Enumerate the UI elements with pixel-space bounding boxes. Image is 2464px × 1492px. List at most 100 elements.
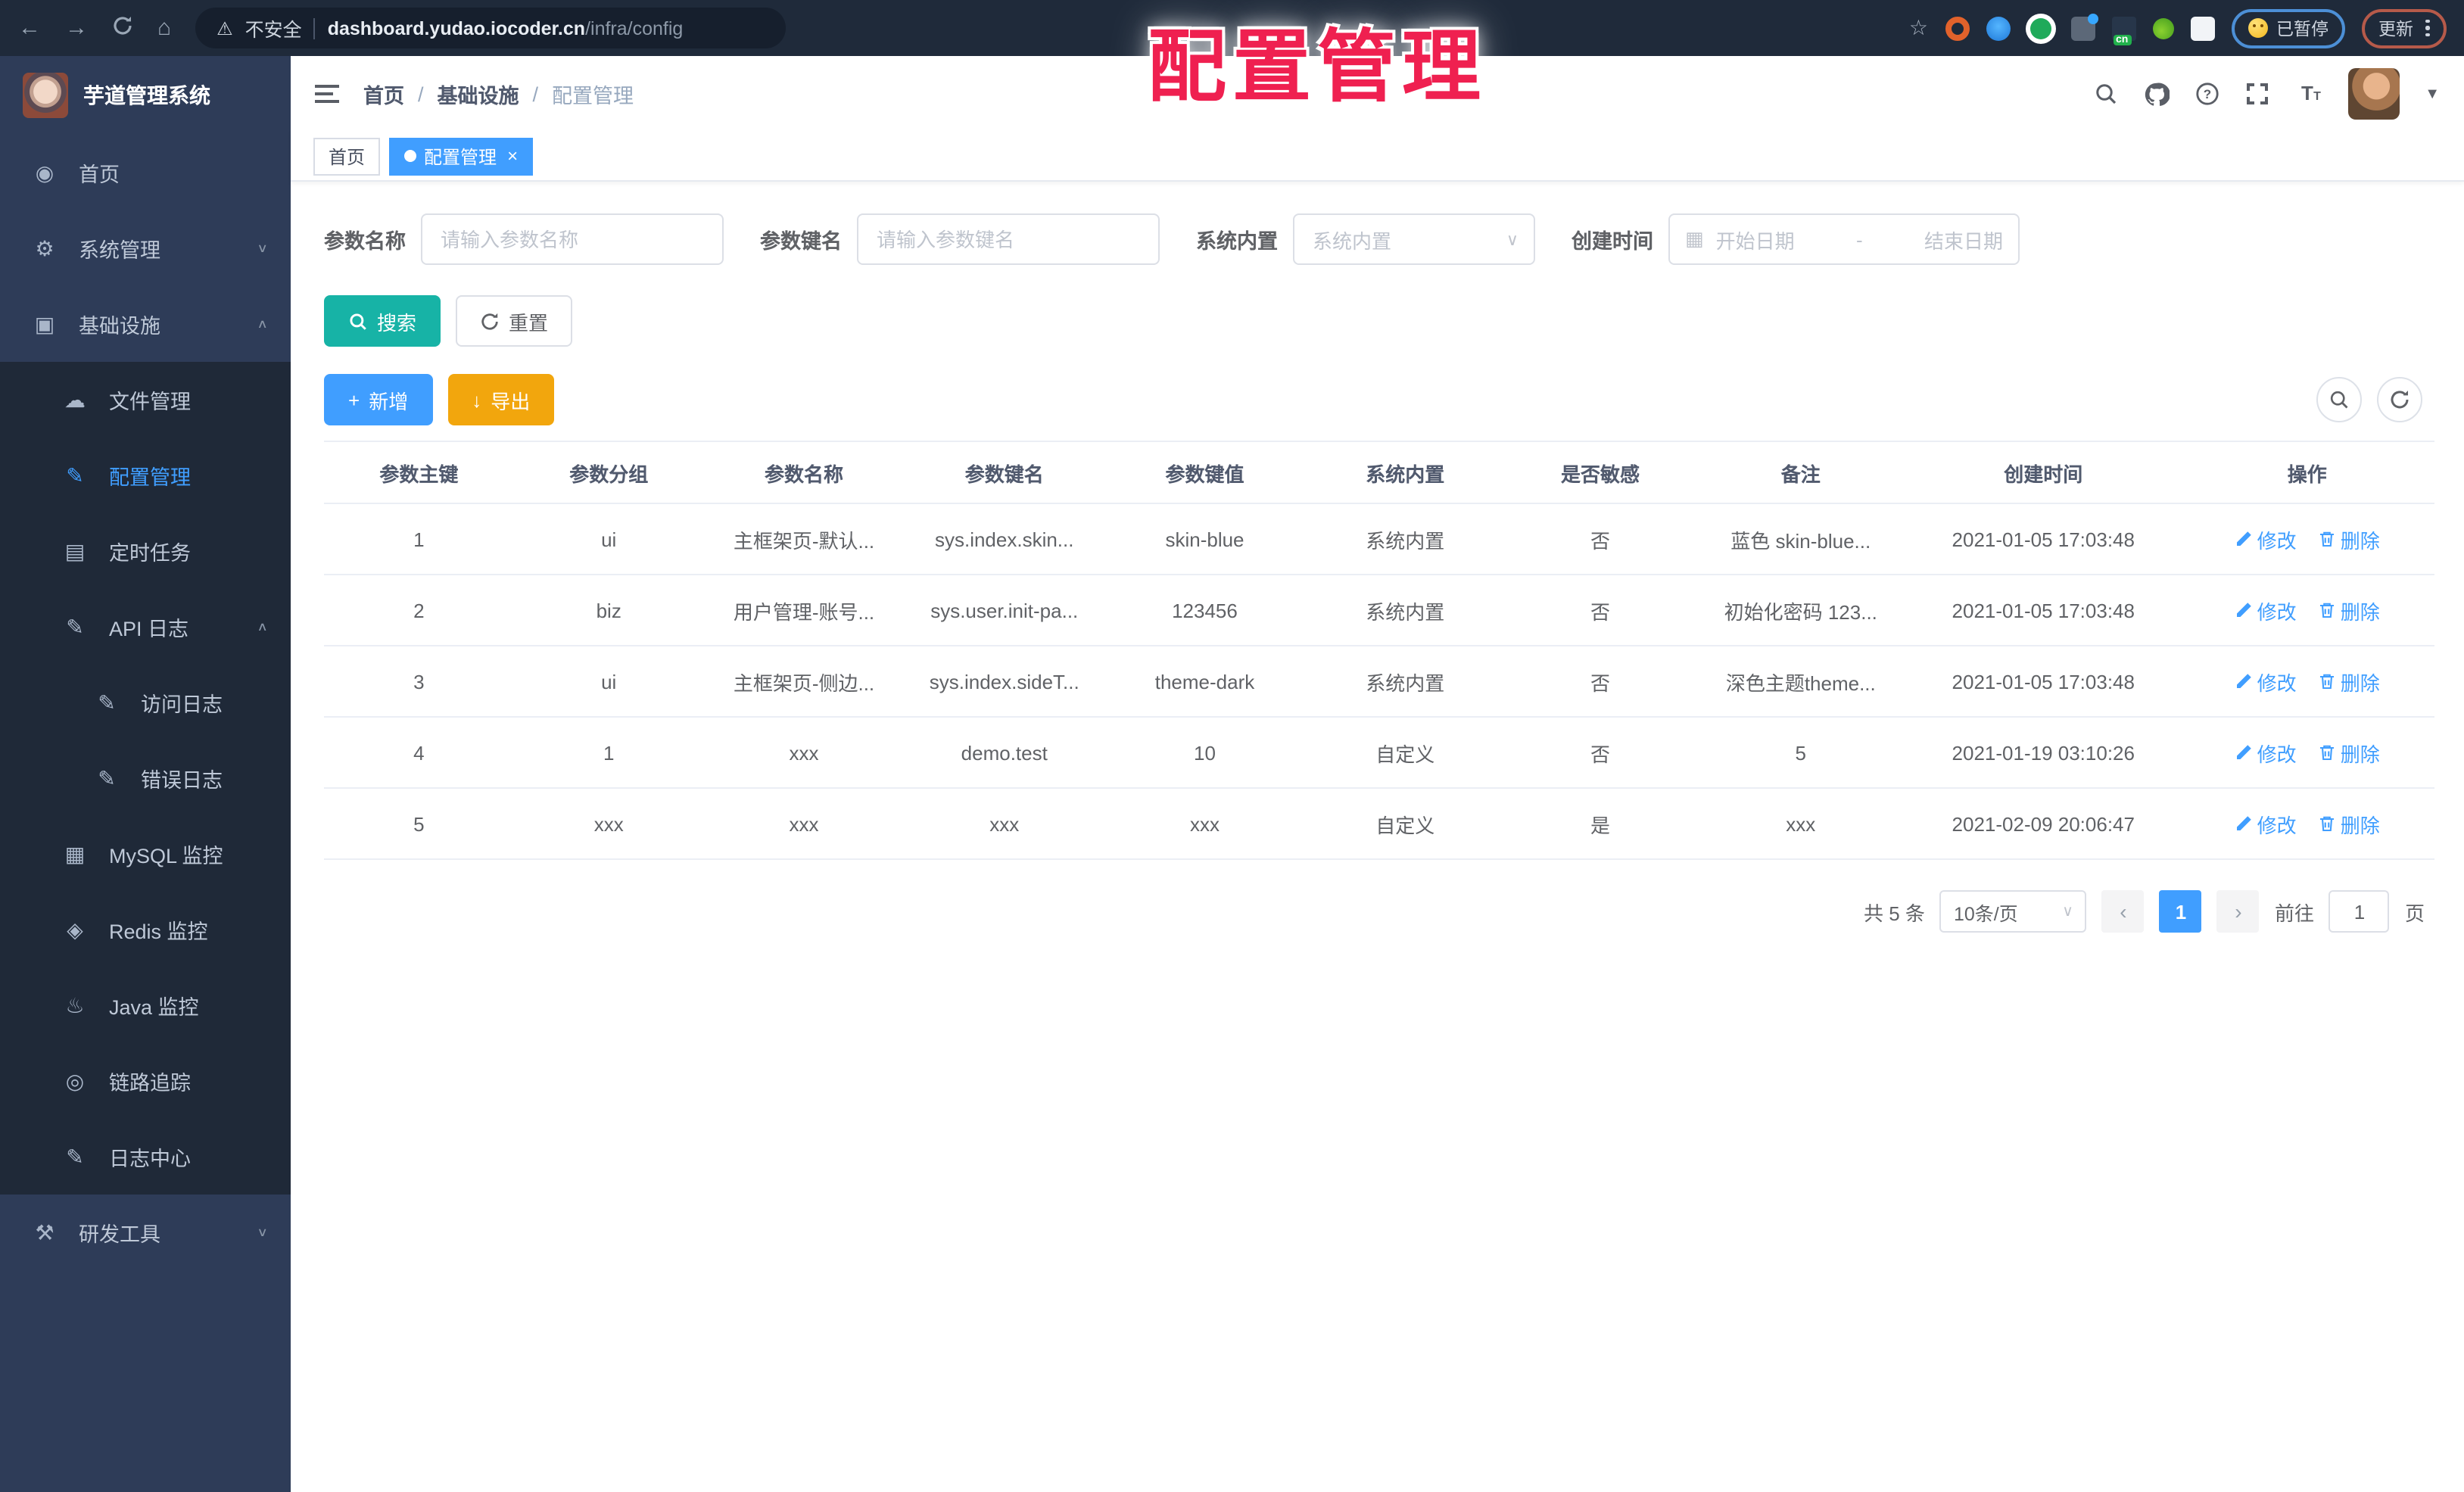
param-name-input[interactable]	[421, 213, 724, 265]
search-button[interactable]: 搜索	[324, 295, 441, 347]
extension-icon[interactable]	[2111, 16, 2135, 45]
sidebar-item-system-mgmt[interactable]: ⚙ 系统管理 ∨	[0, 210, 291, 286]
delete-link[interactable]: 删除	[2318, 525, 2380, 553]
next-page-button[interactable]: ›	[2216, 890, 2260, 933]
edit-icon: ✎	[66, 463, 84, 487]
column-header: 操作	[2180, 441, 2434, 504]
table-cell: xxx	[513, 788, 704, 860]
filter-form: 参数名称 参数键名 系统内置 系统内置 ∨ 创建时间 ▦ 开始日期 - 结束日期	[324, 213, 2434, 265]
delete-link[interactable]: 删除	[2318, 738, 2380, 767]
breadcrumb-item[interactable]: 基础设施	[438, 79, 519, 109]
table-header-row: 参数主键 参数分组 参数名称 参数键名 参数键值 系统内置 是否敏感 备注 创建时间 操作	[324, 441, 2434, 504]
svg-text:T: T	[2300, 82, 2313, 104]
mysql-icon: ▦	[64, 841, 86, 865]
extension-icon[interactable]	[2029, 17, 2051, 39]
tab-配置管理[interactable]: 配置管理 ×	[389, 137, 534, 175]
address-bar[interactable]: ⚠ 不安全 dashboard.yudao.iocoder.cn/infra/c…	[195, 8, 787, 48]
sidebar-item-infrastructure[interactable]: ▣ 基础设施 ∧	[0, 286, 291, 362]
extension-icon[interactable]	[2070, 13, 2098, 40]
delete-link[interactable]: 删除	[2318, 596, 2380, 625]
sidebar-item-mysql-monitor[interactable]: ▦ MySQL 监控	[0, 816, 291, 892]
form-icon: ✎	[66, 614, 84, 638]
add-button[interactable]: + 新增	[324, 374, 433, 425]
system-builtin-select[interactable]: 系统内置 ∨	[1293, 213, 1535, 265]
search-icon[interactable]	[2093, 82, 2117, 106]
forward-icon[interactable]: →	[65, 17, 88, 39]
browser-menu-icon[interactable]	[2425, 19, 2429, 37]
sidebar-item-dev-tools[interactable]: ⚒ 研发工具 ∨	[0, 1195, 291, 1270]
sidebar-item-label: MySQL 监控	[109, 845, 223, 867]
update-button[interactable]: 更新	[2362, 8, 2446, 48]
edit-link[interactable]: 修改	[2235, 809, 2297, 838]
font-size-icon[interactable]: TT	[2294, 82, 2322, 106]
page-size-select[interactable]: 10条/页 ∨	[1939, 890, 2087, 933]
app-logo-row[interactable]: 芋道管理系统	[0, 56, 291, 135]
svg-text:T: T	[2313, 90, 2320, 103]
extension-icon[interactable]	[2152, 17, 2173, 39]
user-avatar[interactable]	[2347, 68, 2400, 120]
date-range-picker[interactable]: ▦ 开始日期 - 结束日期	[1668, 213, 2020, 265]
current-page[interactable]: 1	[2159, 890, 2202, 933]
sidebar-item-log-center[interactable]: ✎ 日志中心	[0, 1119, 291, 1195]
home-icon[interactable]: ⌂	[157, 17, 171, 39]
breadcrumb-separator: /	[532, 83, 539, 105]
edit-link[interactable]: 修改	[2235, 667, 2297, 696]
reset-button[interactable]: 重置	[456, 295, 573, 347]
sidebar-item-label: 配置管理	[109, 466, 191, 489]
column-header: 参数主键	[324, 441, 514, 504]
table-cell: sys.index.sideT...	[904, 646, 1105, 718]
table-cell: 蓝色 skin-blue...	[1695, 503, 1907, 575]
sidebar-item-scheduled-jobs[interactable]: ▤ 定时任务	[0, 513, 291, 589]
sidebar-item-java-monitor[interactable]: ♨ Java 监控	[0, 967, 291, 1043]
reload-icon[interactable]	[112, 15, 133, 41]
edit-link[interactable]: 修改	[2235, 525, 2297, 553]
screen: ← → ⌂ ⚠ 不安全 dashboard.yudao.iocoder.cn/i…	[0, 0, 2464, 1492]
edit-link[interactable]: 修改	[2235, 738, 2297, 767]
breadcrumb-item[interactable]: 首页	[363, 79, 404, 109]
java-icon: ♨	[65, 992, 85, 1017]
table-cell: xxx	[1695, 788, 1907, 860]
table-cell: 10	[1104, 717, 1305, 789]
column-header: 备注	[1695, 441, 1907, 504]
github-icon[interactable]	[2143, 81, 2170, 107]
tab-首页[interactable]: 首页	[313, 137, 381, 175]
export-button[interactable]: ↓ 导出	[447, 374, 555, 425]
fullscreen-icon[interactable]	[2244, 82, 2269, 106]
hamburger-icon[interactable]	[315, 85, 339, 103]
delete-link[interactable]: 删除	[2318, 809, 2380, 838]
user-menu-caret-icon[interactable]: ▼	[2425, 86, 2440, 102]
edit-link[interactable]: 修改	[2235, 596, 2297, 625]
bookmark-star-icon[interactable]: ☆	[1909, 15, 1928, 41]
extension-icon[interactable]	[1945, 16, 1969, 40]
refresh-button[interactable]	[2376, 377, 2422, 422]
param-key-input[interactable]	[857, 213, 1160, 265]
svg-text:?: ?	[2203, 87, 2210, 101]
sidebar-item-file-mgmt[interactable]: ☁ 文件管理	[0, 362, 291, 438]
gear-icon: ⚙	[35, 235, 55, 260]
prev-page-button[interactable]: ‹	[2101, 890, 2145, 933]
page-unit-label: 页	[2404, 902, 2425, 924]
help-icon[interactable]: ?	[2195, 82, 2219, 106]
sidebar-item-redis-monitor[interactable]: ◈ Redis 监控	[0, 892, 291, 967]
sidebar-item-label: 日志中心	[109, 1148, 191, 1170]
delete-link[interactable]: 删除	[2318, 667, 2380, 696]
warning-icon: ⚠	[216, 17, 233, 39]
back-icon[interactable]: ←	[18, 17, 41, 39]
close-icon[interactable]: ×	[507, 145, 518, 167]
extension-icon[interactable]	[1986, 16, 2010, 40]
column-header: 是否敏感	[1505, 441, 1696, 504]
sidebar-item-api-logs[interactable]: ✎ API 日志 ∧	[0, 589, 291, 665]
sidebar-item-config-mgmt[interactable]: ✎ 配置管理	[0, 438, 291, 513]
goto-page-input[interactable]	[2328, 890, 2390, 933]
browser-extensions: ☆ 已暂停 更新	[1909, 8, 2446, 48]
sidebar-item-home[interactable]: ◉ 首页	[0, 135, 291, 210]
row-actions: 修改 删除	[2180, 646, 2434, 718]
paused-badge[interactable]: 已暂停	[2231, 8, 2345, 48]
extensions-puzzle-icon[interactable]	[2190, 16, 2214, 40]
sidebar-item-tracing[interactable]: ◎ 链路追踪	[0, 1043, 291, 1119]
table-cell: 否	[1505, 575, 1696, 646]
sidebar-item-error-logs[interactable]: ✎ 错误日志	[0, 740, 291, 816]
toggle-search-button[interactable]	[2316, 377, 2361, 422]
sidebar-item-access-logs[interactable]: ✎ 访问日志	[0, 665, 291, 740]
table-cell: ui	[513, 646, 704, 718]
